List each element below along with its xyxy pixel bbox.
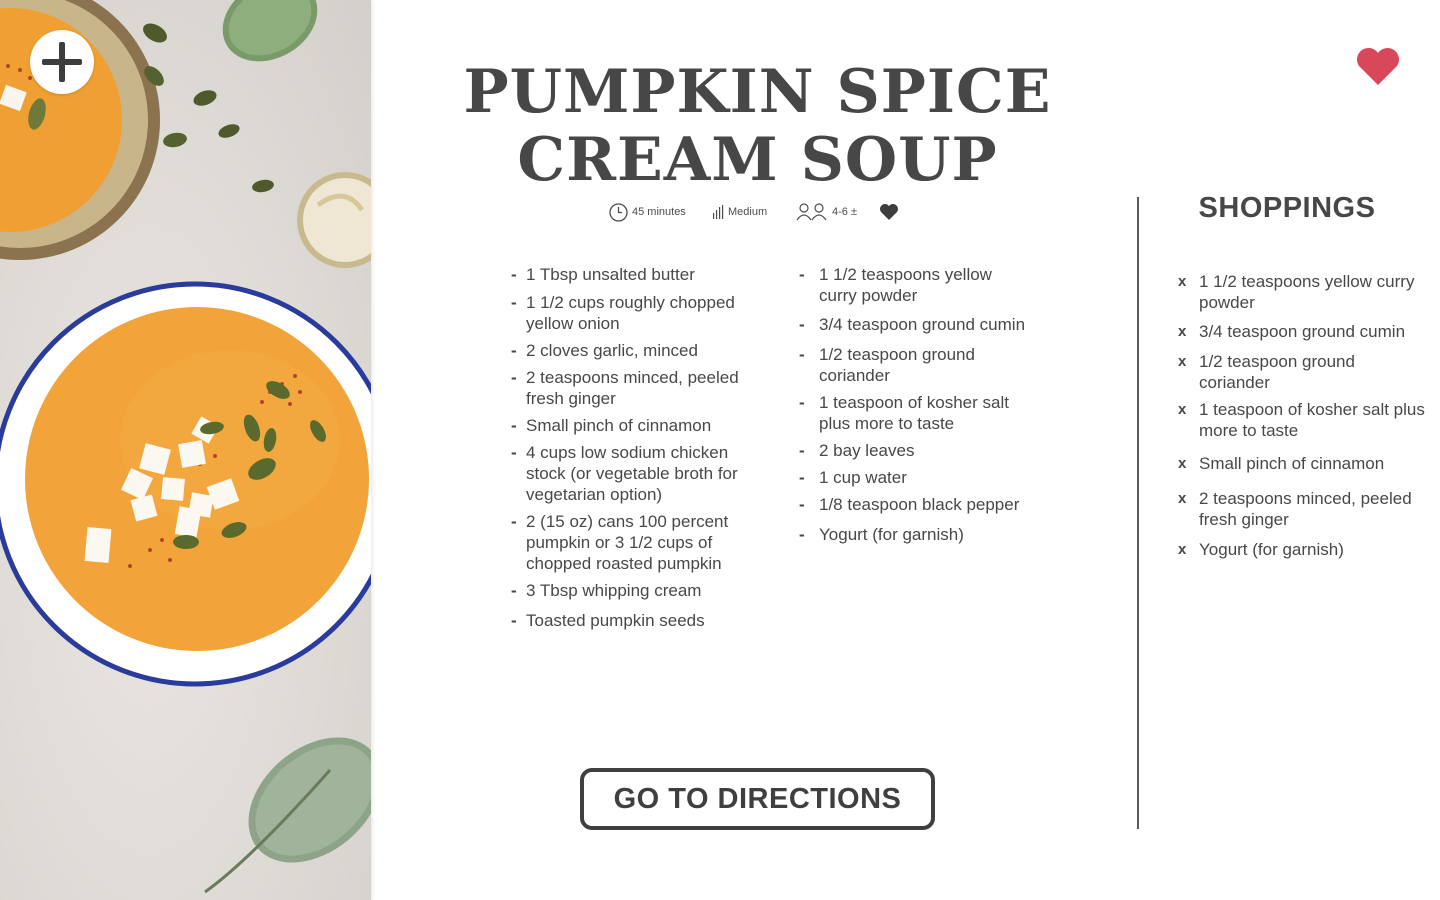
ingredient-item-text: 4 cups low sodium chicken stock (or vege… (526, 443, 738, 504)
meta-servings: 4-6 ± (796, 202, 857, 222)
shopping-item[interactable]: x 3/4 teaspoon ground cumin (1178, 321, 1428, 342)
ingredient-item: -1/8 teaspoon black pepper (798, 494, 1028, 515)
ingredient-item: -1 teaspoon of kosher salt plus more to … (798, 392, 1028, 434)
ingredient-list-1: -1 Tbsp unsalted butter -1 1/2 cups rough… (511, 264, 761, 631)
ingredient-item: -4 cups low sodium chicken stock (or veg… (511, 442, 761, 505)
remove-icon[interactable]: x (1178, 271, 1186, 292)
ingredient-item: - Small pinch of cinnamon (511, 415, 761, 436)
ingredient-item-text: 1 cup water (819, 468, 907, 487)
ingredient-item: -1 1/2 cups roughly chopped yellow onion (511, 292, 761, 334)
meta-servings-label: 4-6 ± (832, 206, 857, 218)
ingredient-list-2: -1 1/2 teaspoons yellow curry powder -3/4… (798, 264, 1028, 545)
shopping-item[interactable]: x Yogurt (for garnish) (1178, 539, 1428, 560)
bullet-dash: - (511, 443, 517, 462)
favorite-heart-icon[interactable] (1355, 47, 1401, 87)
ingredient-item: -1 Tbsp unsalted butter (511, 264, 761, 285)
shopping-item-text: 1 teaspoon of kosher salt plus more to t… (1199, 400, 1425, 440)
bullet-dash: - (511, 341, 517, 360)
ingredient-item-text: Yogurt (for garnish) (819, 525, 964, 544)
remove-icon[interactable]: x (1178, 399, 1186, 420)
remove-icon[interactable]: x (1178, 321, 1186, 342)
bullet-dash: - (511, 416, 517, 435)
ingredient-item-text: 1 1/2 cups roughly chopped yellow onion (526, 293, 735, 333)
ingredient-item: -1 cup water (798, 467, 1028, 488)
ingredient-item-text: 3/4 teaspoon ground cumin (819, 315, 1026, 334)
shopping-item[interactable]: x 1/2 teaspoon ground coriander (1178, 351, 1428, 393)
shopping-list: x 1 1/2 teaspoons yellow curry powder x 3/4… (1178, 271, 1428, 560)
remove-icon[interactable]: x (1178, 488, 1186, 509)
bullet-dash: - (799, 315, 805, 334)
recipe-title-line2: CREAM SOUP (517, 125, 998, 195)
ingredient-item: -3 Tbsp whipping cream (511, 580, 761, 601)
bullet-dash: - (799, 441, 805, 460)
bullet-dash: - (511, 581, 517, 600)
people-icon (796, 203, 827, 221)
ingredient-item-text: 1 Tbsp unsalted butter (526, 265, 695, 284)
heart-icon (880, 204, 898, 220)
recipe-title-line1: PUMPKIN SPICE (463, 57, 1052, 127)
ingredient-item-text: 2 bay leaves (819, 441, 915, 460)
bullet-dash: - (511, 293, 517, 312)
go-to-directions-button[interactable]: GO TO DIRECTIONS (580, 768, 935, 830)
add-button[interactable] (30, 30, 94, 94)
recipe-title: PUMPKIN SPICE CREAM SOUP (460, 58, 1055, 194)
meta-difficulty-label: Medium (728, 206, 768, 218)
ingredient-item-text: 2 cloves garlic, minced (526, 341, 698, 360)
ingredient-item: -2 cloves garlic, minced (511, 340, 761, 361)
bullet-dash: - (799, 495, 805, 514)
clock-icon (609, 202, 628, 222)
shopping-item-text: 1/2 teaspoon ground coriander (1199, 352, 1355, 392)
ingredient-item: -2 bay leaves (798, 440, 1028, 461)
ingredient-item-text: 1 1/2 teaspoons yellow curry powder (819, 265, 992, 305)
shopping-item-text: 2 teaspoons minced, peeled fresh ginger (1199, 489, 1412, 529)
recipe-photo (0, 0, 371, 900)
shopping-item[interactable]: x 2 teaspoons minced, peeled fresh ginger (1178, 488, 1428, 530)
soup-illustration (0, 0, 371, 894)
shopping-item[interactable]: x Small pinch of cinnamon (1178, 453, 1428, 474)
ingredient-item: - Toasted pumpkin seeds (511, 610, 761, 631)
ingredient-item: -1 1/2 teaspoons yellow curry powder (798, 264, 1028, 306)
ingredient-item-text: 2 teaspoons minced, peeled fresh ginger (526, 368, 739, 408)
column-divider (1137, 197, 1139, 829)
shopping-item-text: 1 1/2 teaspoons yellow curry powder (1199, 272, 1415, 312)
ingredient-item: -3/4 teaspoon ground cumin (798, 314, 1028, 335)
bullet-dash: - (799, 468, 805, 487)
shopping-item[interactable]: x 1 teaspoon of kosher salt plus more to … (1178, 399, 1428, 441)
bullet-dash: - (799, 345, 805, 364)
ingredient-item: -2 teaspoons minced, peeled fresh ginger (511, 367, 761, 409)
meta-time: 45 minutes (609, 202, 686, 222)
ingredient-item-text: 1/8 teaspoon black pepper (819, 495, 1020, 514)
bullet-dash: - (511, 368, 517, 387)
bullet-dash: - (799, 525, 805, 544)
shopping-title: SHOPPINGS (1198, 192, 1376, 224)
ingredient-item-text: 3 Tbsp whipping cream (526, 581, 702, 600)
shopping-item-text: Yogurt (for garnish) (1199, 540, 1344, 559)
bullet-dash: - (511, 512, 517, 531)
ingredient-item-text: 1/2 teaspoon ground coriander (819, 345, 975, 385)
bullet-dash: - (799, 265, 805, 284)
remove-icon[interactable]: x (1178, 539, 1186, 560)
ingredient-item: -2 (15 oz) cans 100 percent pumpkin or 3… (511, 511, 761, 574)
shopping-item-text: 3/4 teaspoon ground cumin (1199, 322, 1406, 341)
like-button[interactable] (879, 202, 899, 222)
bullet-dash: - (511, 265, 517, 284)
shopping-item-text: Small pinch of cinnamon (1199, 454, 1385, 473)
ingredient-item: - Yogurt (for garnish) (798, 524, 1028, 545)
ingredient-item: -1/2 teaspoon ground coriander (798, 344, 1028, 386)
ingredient-item-text: 1 teaspoon of kosher salt plus more to t… (819, 393, 1009, 433)
bars-icon (713, 205, 724, 219)
shopping-item[interactable]: x 1 1/2 teaspoons yellow curry powder (1178, 271, 1428, 313)
bullet-dash: - (799, 393, 805, 412)
remove-icon[interactable]: x (1178, 453, 1186, 474)
meta-time-label: 45 minutes (632, 206, 686, 218)
ingredient-item-text: Small pinch of cinnamon (526, 416, 712, 435)
bullet-dash: - (511, 611, 517, 630)
meta-difficulty: Medium (712, 202, 767, 222)
ingredient-item-text: 2 (15 oz) cans 100 percent pumpkin or 3 … (526, 512, 729, 573)
ingredient-item-text: Toasted pumpkin seeds (526, 611, 705, 630)
remove-icon[interactable]: x (1178, 351, 1186, 372)
